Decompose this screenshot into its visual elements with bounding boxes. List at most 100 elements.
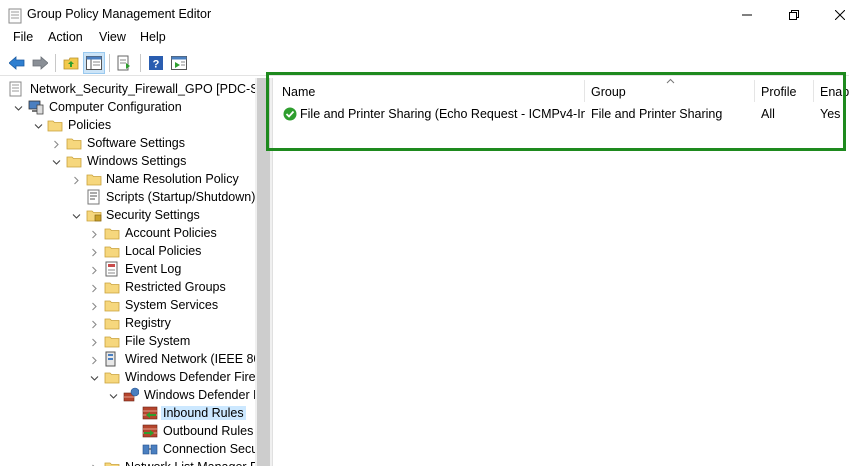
list-header: Name Group Profile Enab <box>276 78 849 102</box>
tree-item[interactable]: Local Policies <box>0 242 255 260</box>
tree-scrollbar[interactable] <box>255 78 272 466</box>
chevron-right-icon[interactable] <box>90 318 99 329</box>
tree-item[interactable]: Connection Secu <box>0 440 255 458</box>
tree-item[interactable]: Windows Defender F <box>0 386 255 404</box>
column-header-profile[interactable]: Profile <box>755 80 814 102</box>
event-log-icon <box>104 261 120 277</box>
gpo-scroll-icon <box>8 81 24 97</box>
tree-item[interactable]: Windows Defender Firew <box>0 368 255 386</box>
tree-item[interactable]: Restricted Groups <box>0 278 255 296</box>
network-icon <box>104 351 120 367</box>
tree-item-label: Software Settings <box>87 136 185 150</box>
column-header-name[interactable]: Name <box>276 80 585 102</box>
menu-action[interactable]: Action <box>48 30 83 44</box>
tree-item[interactable]: Computer Configuration <box>0 98 255 116</box>
tree-item-label: Outbound Rules <box>163 424 254 438</box>
tree-item[interactable]: Network List Manager P <box>0 458 255 466</box>
tree-item[interactable]: Software Settings <box>0 134 255 152</box>
tree-item[interactable]: System Services <box>0 296 255 314</box>
tree-item-label: Policies <box>68 118 112 132</box>
chevron-down-icon[interactable] <box>72 210 81 219</box>
tree-item[interactable]: Name Resolution Policy <box>0 170 255 188</box>
minimize-button[interactable] <box>724 0 770 30</box>
folder-icon <box>104 225 120 241</box>
export-list-button[interactable] <box>114 52 136 74</box>
folder-icon <box>104 315 120 331</box>
tree-item-label: Windows Defender F <box>144 388 255 402</box>
help-button[interactable]: ? <box>145 52 167 74</box>
properties-button[interactable] <box>168 52 190 74</box>
tree-item[interactable]: Inbound Rules <box>0 404 255 422</box>
folder-icon <box>86 171 102 187</box>
chevron-right-icon[interactable] <box>72 174 81 185</box>
window-title: Group Policy Management Editor <box>27 7 212 21</box>
chevron-down-icon[interactable] <box>90 372 99 381</box>
tree-item[interactable]: Registry <box>0 314 255 332</box>
chevron-right-icon[interactable] <box>90 282 99 293</box>
tree-item[interactable]: Security Settings <box>0 206 255 224</box>
chevron-right-icon[interactable] <box>52 138 61 149</box>
close-icon <box>835 10 845 20</box>
chevron-down-icon[interactable] <box>109 390 118 399</box>
properties-icon <box>171 56 187 70</box>
show-hide-tree-icon <box>86 56 102 70</box>
title-bar: Group Policy Management Editor <box>0 0 849 30</box>
export-list-icon <box>117 55 130 71</box>
tree-item-label: File System <box>125 334 191 348</box>
tree-item-label: Windows Settings <box>87 154 187 168</box>
chevron-right-icon[interactable] <box>90 264 99 275</box>
tree-item[interactable]: Scripts (Startup/Shutdown) <box>0 188 255 206</box>
tree-item[interactable]: Event Log <box>0 260 255 278</box>
menu-bar: File Action View Help <box>0 28 849 48</box>
tree-item[interactable]: Outbound Rules <box>0 422 255 440</box>
table-row[interactable]: File and Printer Sharing (Echo Request -… <box>276 104 849 124</box>
up-one-level-button[interactable] <box>60 52 82 74</box>
sort-ascending-icon <box>666 78 675 84</box>
back-button[interactable] <box>6 52 28 74</box>
script-icon <box>86 189 102 205</box>
computer-icon <box>28 99 44 115</box>
chevron-right-icon[interactable] <box>90 246 99 257</box>
folder-icon <box>47 117 63 133</box>
toolbar: ? <box>0 50 849 76</box>
menu-view[interactable]: View <box>99 30 126 44</box>
tree-item-label: Local Policies <box>125 244 202 258</box>
menu-help[interactable]: Help <box>140 30 166 44</box>
forward-button[interactable] <box>29 52 51 74</box>
console-tree[interactable]: Network_Security_Firewall_GPO [PDC-SRV. C… <box>0 78 255 466</box>
chevron-right-icon[interactable] <box>90 462 99 466</box>
enabled-check-icon <box>283 107 297 121</box>
tree-item-label: Account Policies <box>125 226 217 240</box>
tree-item[interactable]: Account Policies <box>0 224 255 242</box>
toolbar-separator <box>140 54 141 72</box>
chevron-down-icon[interactable] <box>34 120 43 129</box>
menu-file[interactable]: File <box>13 30 33 44</box>
tree-item-label: Wired Network (IEEE 802 <box>125 352 255 366</box>
tree-item[interactable]: Windows Settings <box>0 152 255 170</box>
folder-icon <box>66 153 82 169</box>
tree-item[interactable]: Network_Security_Firewall_GPO [PDC-SRV. <box>0 80 255 98</box>
show-hide-console-tree-button[interactable] <box>83 52 105 74</box>
tree-item-label: System Services <box>125 298 219 312</box>
tree-item[interactable]: File System <box>0 332 255 350</box>
maximize-button[interactable] <box>771 0 817 30</box>
chevron-right-icon[interactable] <box>90 336 99 347</box>
tree-item[interactable]: Wired Network (IEEE 802 <box>0 350 255 368</box>
chevron-right-icon[interactable] <box>90 300 99 311</box>
rule-group: File and Printer Sharing <box>591 107 723 121</box>
tree-scrollbar-thumb[interactable] <box>257 78 270 466</box>
tree-item-label: Computer Configuration <box>49 100 182 114</box>
close-button[interactable] <box>817 0 849 30</box>
chevron-down-icon[interactable] <box>52 156 61 165</box>
column-header-enabled[interactable]: Enab <box>814 80 849 102</box>
chevron-down-icon[interactable] <box>14 102 23 111</box>
svg-text:?: ? <box>153 59 160 71</box>
rule-enabled: Yes <box>820 107 841 121</box>
toolbar-separator <box>55 54 56 72</box>
folder-icon <box>104 459 120 466</box>
chevron-right-icon[interactable] <box>90 354 99 365</box>
gpo-scroll-icon <box>8 8 22 24</box>
tree-item[interactable]: Policies <box>0 116 255 134</box>
chevron-right-icon[interactable] <box>90 228 99 239</box>
tree-item-label: Network List Manager P <box>125 460 255 466</box>
